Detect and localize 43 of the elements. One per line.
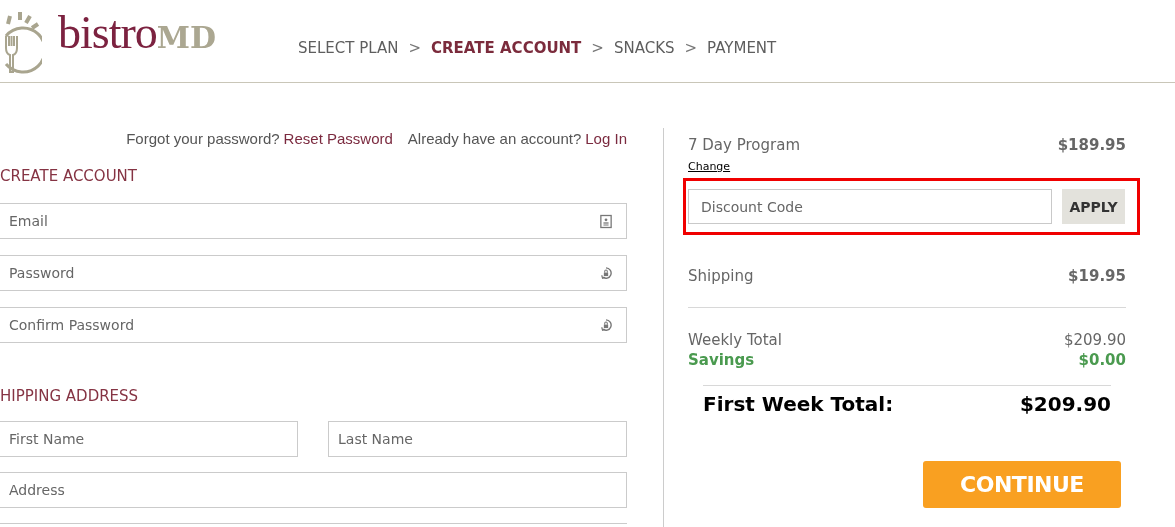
lock-icon: [600, 265, 612, 281]
first-week-total-label: First Week Total:: [703, 392, 894, 416]
discount-code-field[interactable]: Discount Code: [688, 189, 1052, 224]
savings-label: Savings: [688, 351, 755, 369]
logo-text: MD: [156, 20, 216, 55]
placeholder-text: Email: [9, 213, 48, 229]
step-separator: >: [684, 39, 698, 57]
progress-step[interactable]: SNACKS: [613, 39, 675, 57]
logo-text: bistro: [58, 6, 157, 59]
input-field[interactable]: Password: [0, 255, 627, 291]
input-field[interactable]: First Name: [0, 421, 298, 457]
progress-step[interactable]: SELECT PLAN: [298, 39, 399, 57]
lock-icon: [600, 317, 612, 333]
contact-card-icon: [600, 213, 612, 229]
placeholder-text: Last Name: [338, 431, 413, 447]
shipping-amount: $19.95: [1068, 267, 1126, 285]
shipping-label: Shipping: [688, 267, 754, 285]
text-link[interactable]: Reset Password: [283, 130, 393, 148]
prompt-text: Already have an account?: [407, 130, 582, 148]
progress-step[interactable]: CREATE ACCOUNT: [431, 39, 582, 57]
placeholder-text: Password: [9, 265, 75, 281]
section-heading: HIPPING ADDRESS: [0, 386, 140, 406]
apply-button[interactable]: APPLY: [1062, 189, 1125, 224]
step-separator: >: [408, 39, 422, 57]
step-separator: >: [591, 39, 604, 57]
plan-price: $189.95: [1057, 136, 1126, 154]
prompt-text: Forgot your password?: [126, 130, 280, 148]
placeholder-text: Address: [9, 482, 65, 498]
placeholder-text: Confirm Password: [9, 317, 135, 333]
progress-step[interactable]: PAYMENT: [707, 39, 777, 57]
weekly-total-amount: $209.90: [1063, 331, 1126, 349]
first-week-total-amount: $209.90: [1019, 392, 1111, 416]
input-field[interactable]: Email: [0, 203, 627, 239]
savings-amount: $0.00: [1078, 351, 1126, 369]
weekly-total-label: Weekly Total: [688, 331, 782, 349]
input-field[interactable]: Address: [0, 472, 627, 508]
text-link[interactable]: Log In: [585, 130, 627, 148]
input-field[interactable]: Confirm Password: [0, 307, 627, 343]
change-link[interactable]: Change: [688, 160, 731, 173]
input-field[interactable]: Last Name: [328, 421, 627, 457]
section-heading: CREATE ACCOUNT: [0, 166, 138, 186]
plan-name: 7 Day Program: [688, 136, 800, 154]
placeholder-text: First Name: [9, 431, 85, 447]
